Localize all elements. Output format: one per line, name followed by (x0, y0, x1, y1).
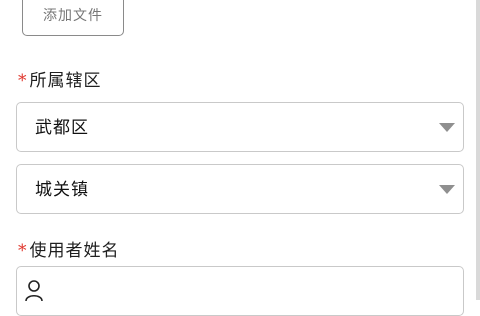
chevron-down-icon (439, 185, 455, 194)
required-mark: * (18, 71, 28, 91)
add-file-button[interactable]: 添加文件 (22, 0, 124, 36)
district-select-value: 武都区 (35, 118, 89, 138)
user-name-label: * 使用者姓名 (18, 236, 120, 261)
user-name-label-text: 使用者姓名 (29, 241, 120, 261)
district-select[interactable]: 武都区 (16, 102, 464, 152)
chevron-down-icon (439, 123, 455, 132)
user-name-input[interactable] (16, 266, 464, 316)
town-select-value: 城关镇 (35, 180, 89, 200)
scrollbar[interactable] (476, 0, 480, 300)
required-mark: * (18, 241, 28, 261)
town-select[interactable]: 城关镇 (16, 164, 464, 214)
district-label-text: 所属辖区 (29, 71, 102, 91)
district-label: * 所属辖区 (18, 66, 102, 91)
add-file-label: 添加文件 (43, 8, 103, 24)
user-icon (25, 280, 43, 302)
